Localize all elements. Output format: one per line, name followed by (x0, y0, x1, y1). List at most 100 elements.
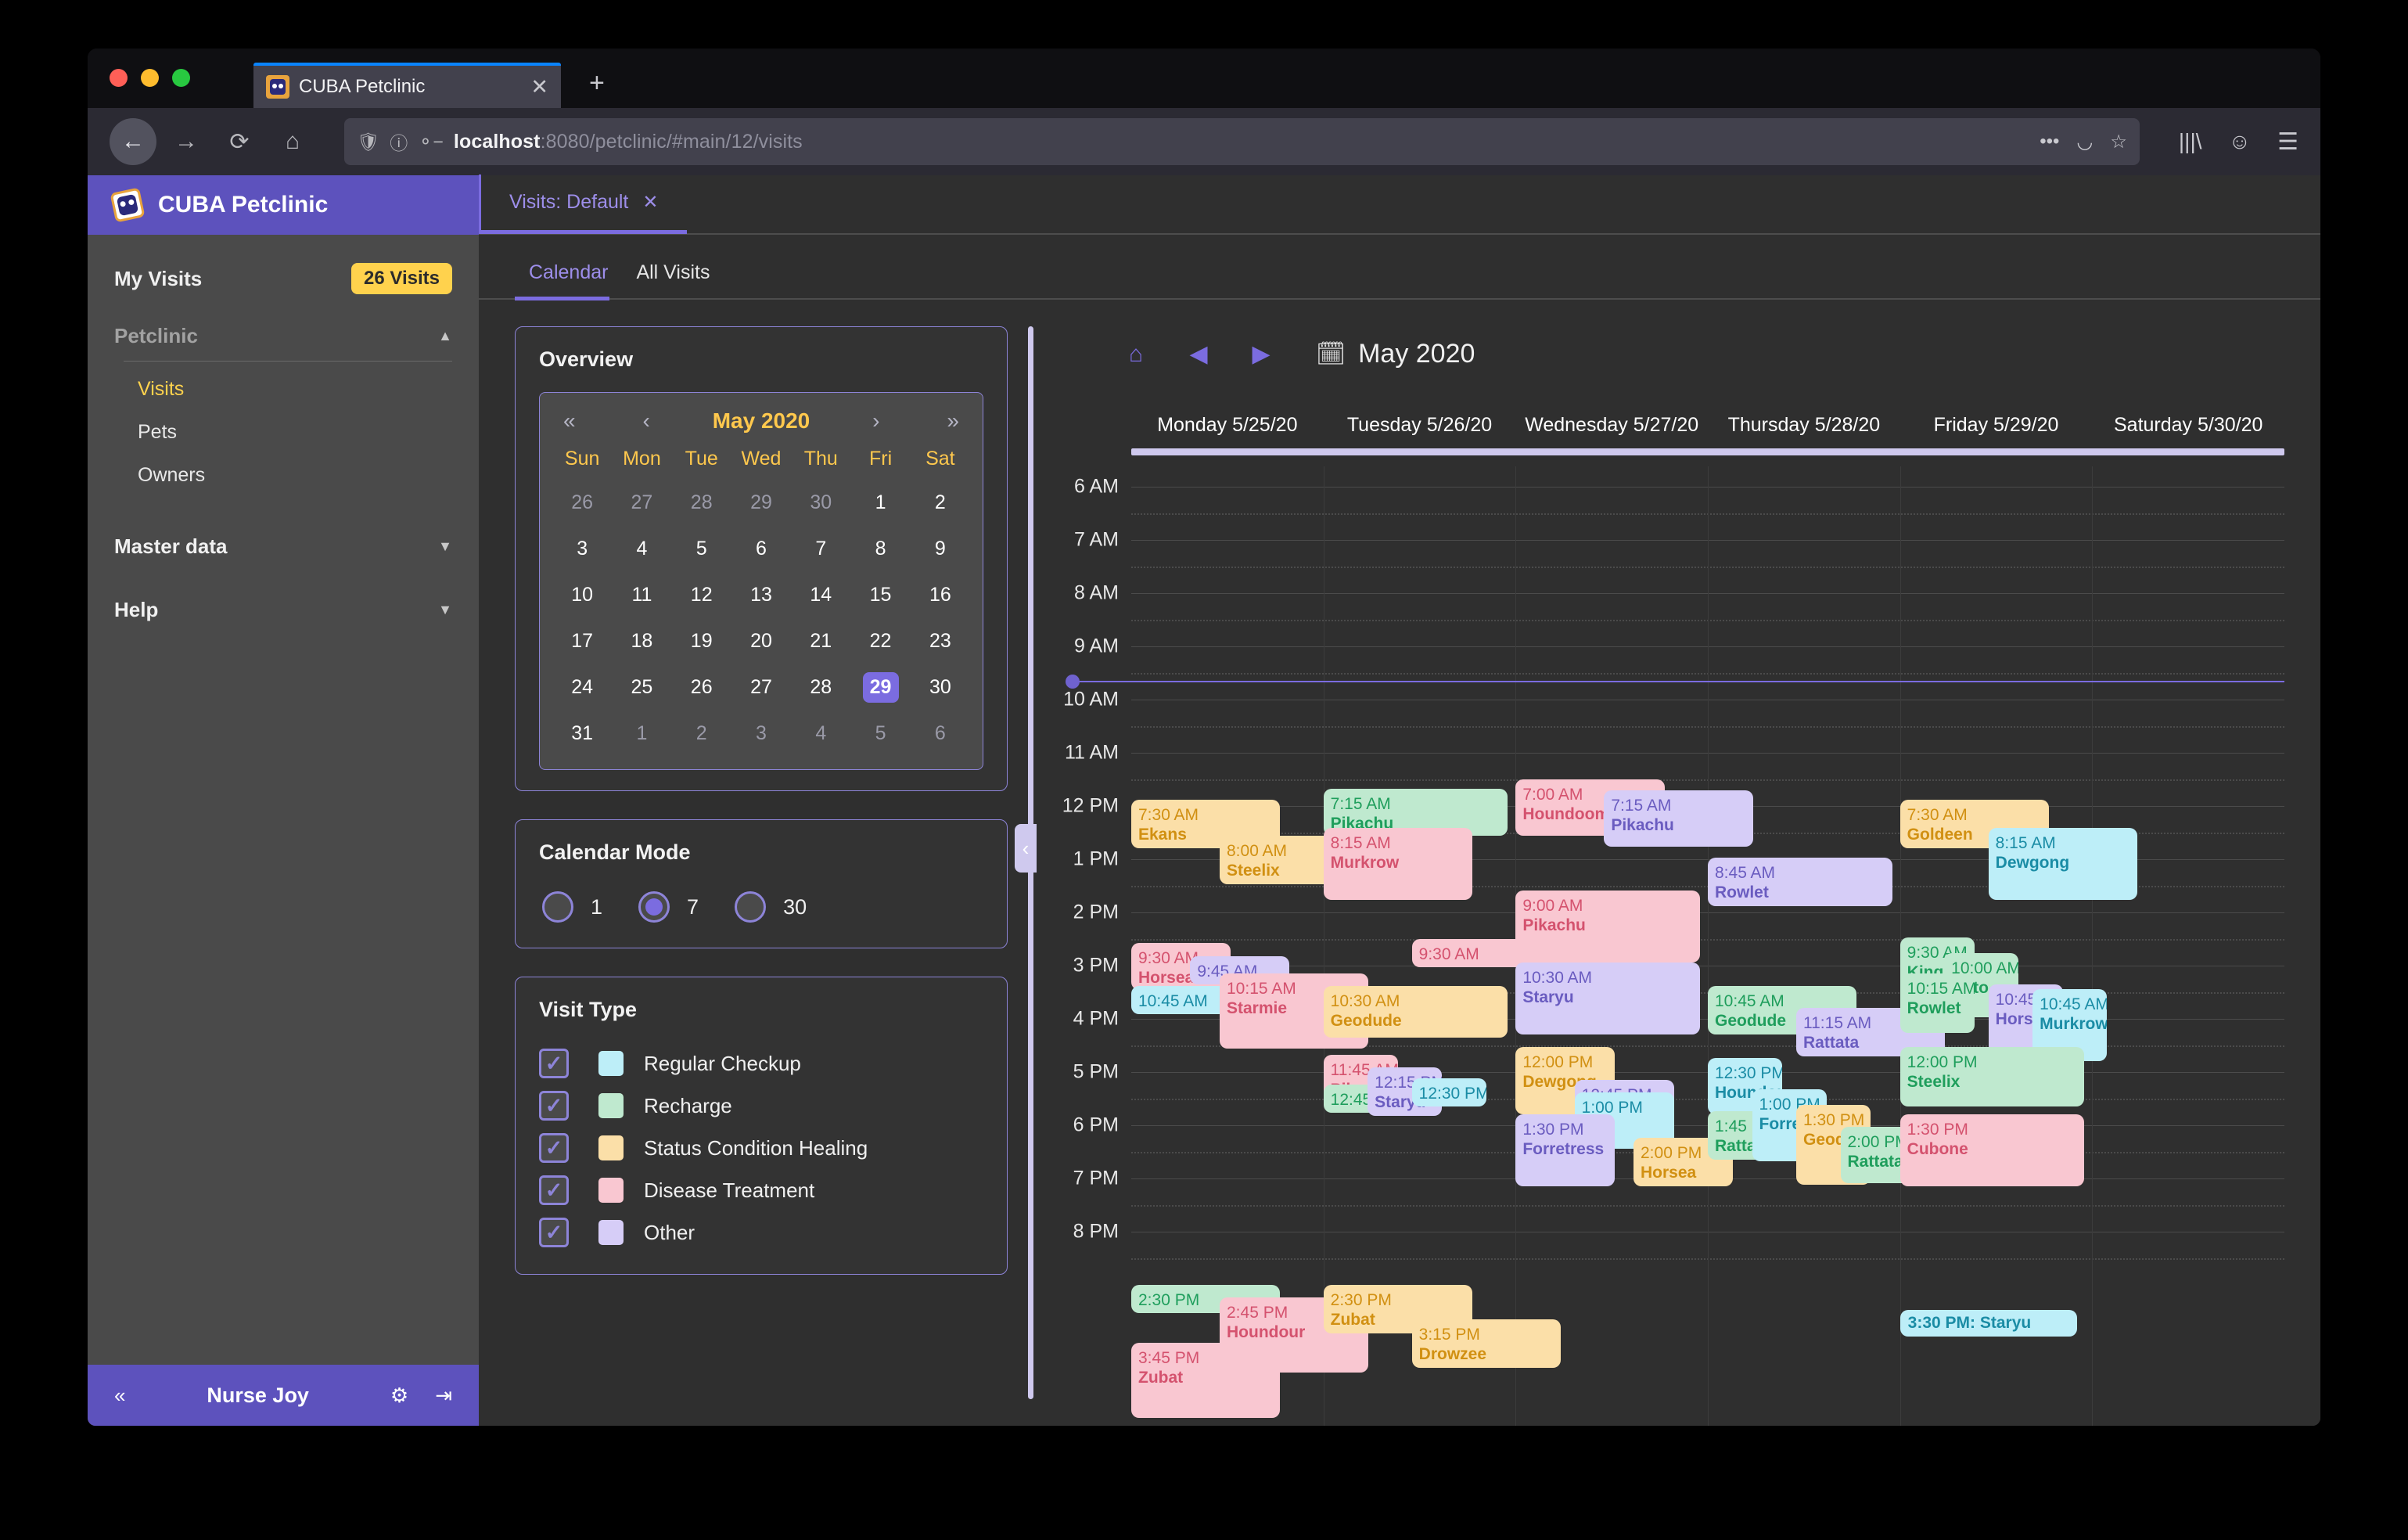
mini-calendar-day-cell[interactable]: 24 (552, 664, 612, 711)
mini-calendar-day-cell[interactable]: 28 (791, 664, 850, 711)
close-icon[interactable]: ✕ (530, 76, 548, 98)
calendar-event[interactable]: 12:30 PM (1411, 1078, 1486, 1107)
calendar-event[interactable]: 8:15 AM Dewgong (1988, 828, 2138, 901)
mini-calendar-day[interactable]: 27 (743, 672, 779, 703)
mini-calendar-day[interactable]: 9 (922, 534, 958, 564)
mini-calendar-day-cell[interactable]: 27 (731, 664, 791, 711)
calendar-event[interactable]: 8:45 AM Rowlet (1708, 858, 1892, 907)
next-month-button[interactable]: › (868, 408, 884, 434)
mini-calendar-day-cell[interactable]: 25 (612, 664, 671, 711)
home-button[interactable]: ⌂ (269, 118, 316, 165)
calendar-day-header[interactable]: Friday 5/29/20 (1900, 413, 2093, 448)
mini-calendar-day-cell[interactable]: 6 (731, 526, 791, 572)
close-icon[interactable]: ✕ (642, 191, 658, 214)
checkbox[interactable]: ✓ (539, 1049, 569, 1078)
mini-calendar-day-cell[interactable]: 4 (612, 526, 671, 572)
visit-type-row[interactable]: ✓ Recharge (539, 1085, 983, 1127)
mini-calendar-day[interactable]: 28 (684, 488, 720, 518)
mini-calendar-day[interactable]: 5 (863, 718, 899, 749)
sidebar-item-visits[interactable]: Visits (88, 368, 479, 411)
mini-calendar-day-cell[interactable]: 22 (850, 618, 910, 664)
mini-calendar-day[interactable]: 21 (803, 626, 839, 657)
mini-calendar-day[interactable]: 15 (863, 580, 899, 610)
mini-calendar-day-cell[interactable]: 26 (552, 480, 612, 526)
page-actions-icon[interactable]: ••• (2040, 131, 2059, 153)
mini-calendar-day[interactable]: 8 (863, 534, 899, 564)
hamburger-menu-icon[interactable]: ☰ (2277, 128, 2298, 156)
next-year-button[interactable]: » (942, 408, 964, 434)
tab-all-visits[interactable]: All Visits (622, 255, 724, 298)
mini-calendar-day[interactable]: 5 (684, 534, 720, 564)
calendar-event[interactable]: 1:30 PM Cubone (1899, 1114, 2085, 1187)
mini-calendar-day-cell[interactable]: 2 (672, 711, 731, 757)
bookmark-star-icon[interactable]: ☆ (2110, 131, 2127, 153)
mini-calendar-day[interactable]: 25 (624, 672, 660, 703)
mini-calendar-day[interactable]: 6 (743, 534, 779, 564)
mini-calendar-day[interactable]: 26 (684, 672, 720, 703)
visit-type-row[interactable]: ✓ Status Condition Healing (539, 1127, 983, 1169)
checkbox[interactable]: ✓ (539, 1218, 569, 1247)
calendar-mode-option-30[interactable]: 30 (735, 891, 807, 923)
maximize-window-button[interactable] (172, 69, 190, 87)
mini-calendar-day-cell[interactable]: 17 (552, 618, 612, 664)
mini-calendar-day-cell[interactable]: 18 (612, 618, 671, 664)
sidebar-item-my-visits[interactable]: My Visits 26 Visits (88, 250, 479, 307)
visit-type-row[interactable]: ✓ Disease Treatment (539, 1169, 983, 1211)
calendar-event[interactable]: 9:00 AM Pikachu (1515, 891, 1701, 963)
mini-calendar-day[interactable]: 4 (803, 718, 839, 749)
mini-calendar-day-cell[interactable]: 2 (911, 480, 970, 526)
mini-calendar-day-cell[interactable]: 12 (672, 572, 731, 618)
mini-calendar-day-cell[interactable]: 3 (731, 711, 791, 757)
calendar-day-header[interactable]: Thursday 5/28/20 (1708, 413, 1900, 448)
calendar-prev-icon[interactable]: ◀ (1167, 340, 1230, 368)
mini-calendar-day-cell[interactable]: 23 (911, 618, 970, 664)
calendar-day-header[interactable]: Tuesday 5/26/20 (1324, 413, 1516, 448)
mini-calendar-day-cell[interactable]: 13 (731, 572, 791, 618)
gear-icon[interactable]: ⚙ (390, 1383, 408, 1408)
panel-splitter[interactable]: ‹ (1008, 326, 1050, 1426)
mini-calendar-day-cell[interactable]: 1 (850, 480, 910, 526)
prev-year-button[interactable]: « (559, 408, 580, 434)
mini-calendar-day[interactable]: 11 (624, 580, 660, 610)
mini-calendar-day[interactable]: 16 (922, 580, 958, 610)
sidebar-group-master-data[interactable]: Master data ▼ (88, 505, 479, 563)
calendar-event[interactable]: 10:30 AM Staryu (1515, 962, 1701, 1035)
mini-calendar-day-cell[interactable]: 5 (672, 526, 731, 572)
calendar-mode-option-7[interactable]: 7 (638, 891, 699, 923)
radio-button[interactable] (735, 891, 767, 923)
mini-calendar-day-cell[interactable]: 9 (911, 526, 970, 572)
mini-calendar-day[interactable]: 17 (564, 626, 600, 657)
mini-calendar-day[interactable]: 1 (624, 718, 660, 749)
permissions-icon[interactable]: ⚬− (418, 131, 444, 153)
mini-calendar-day[interactable]: 3 (743, 718, 779, 749)
mini-calendar-day-cell[interactable]: 26 (672, 664, 731, 711)
browser-tab[interactable]: CUBA Petclinic ✕ (253, 63, 561, 108)
mini-calendar-day[interactable]: 10 (564, 580, 600, 610)
mini-calendar-day-cell[interactable]: 29 (731, 480, 791, 526)
mini-calendar-day-cell[interactable]: 27 (612, 480, 671, 526)
calendar-day-header[interactable]: Monday 5/25/20 (1131, 413, 1324, 448)
calendar-day-header[interactable]: Wednesday 5/27/20 (1515, 413, 1708, 448)
sidebar-item-owners[interactable]: Owners (88, 454, 479, 497)
prev-month-button[interactable]: ‹ (638, 408, 654, 434)
mini-calendar-day[interactable]: 30 (803, 488, 839, 518)
collapse-sidebar-icon[interactable]: « (114, 1383, 125, 1408)
mini-calendar-day-cell[interactable]: 10 (552, 572, 612, 618)
mini-calendar-day-cell[interactable]: 20 (731, 618, 791, 664)
calendar-event[interactable]: 3:45 PM Zubat (1131, 1343, 1281, 1419)
calendar-event[interactable]: 10:15 AM Rowlet (1899, 973, 1975, 1034)
calendar-day-header[interactable]: Saturday 5/30/20 (2092, 413, 2284, 448)
calendar-home-icon[interactable]: ⌂ (1105, 341, 1167, 368)
mini-calendar-day[interactable]: 2 (684, 718, 720, 749)
tab-calendar[interactable]: Calendar (515, 255, 622, 300)
library-icon[interactable]: |||\ (2179, 129, 2202, 154)
collapse-panel-button[interactable]: ‹ (1015, 824, 1037, 873)
mini-calendar-day[interactable]: 2 (922, 488, 958, 518)
sidebar-group-petclinic[interactable]: Petclinic ▲ (88, 307, 479, 353)
app-tab-visits-default[interactable]: Visits: Default ✕ (479, 175, 687, 234)
url-bar[interactable]: 🛡 ⓘ ⚬− localhost:8080/petclinic/#main/12… (344, 118, 2140, 165)
checkbox[interactable]: ✓ (539, 1133, 569, 1163)
mini-calendar-day[interactable]: 24 (564, 672, 600, 703)
forward-button[interactable]: → (163, 118, 210, 165)
sidebar-item-pets[interactable]: Pets (88, 411, 479, 454)
